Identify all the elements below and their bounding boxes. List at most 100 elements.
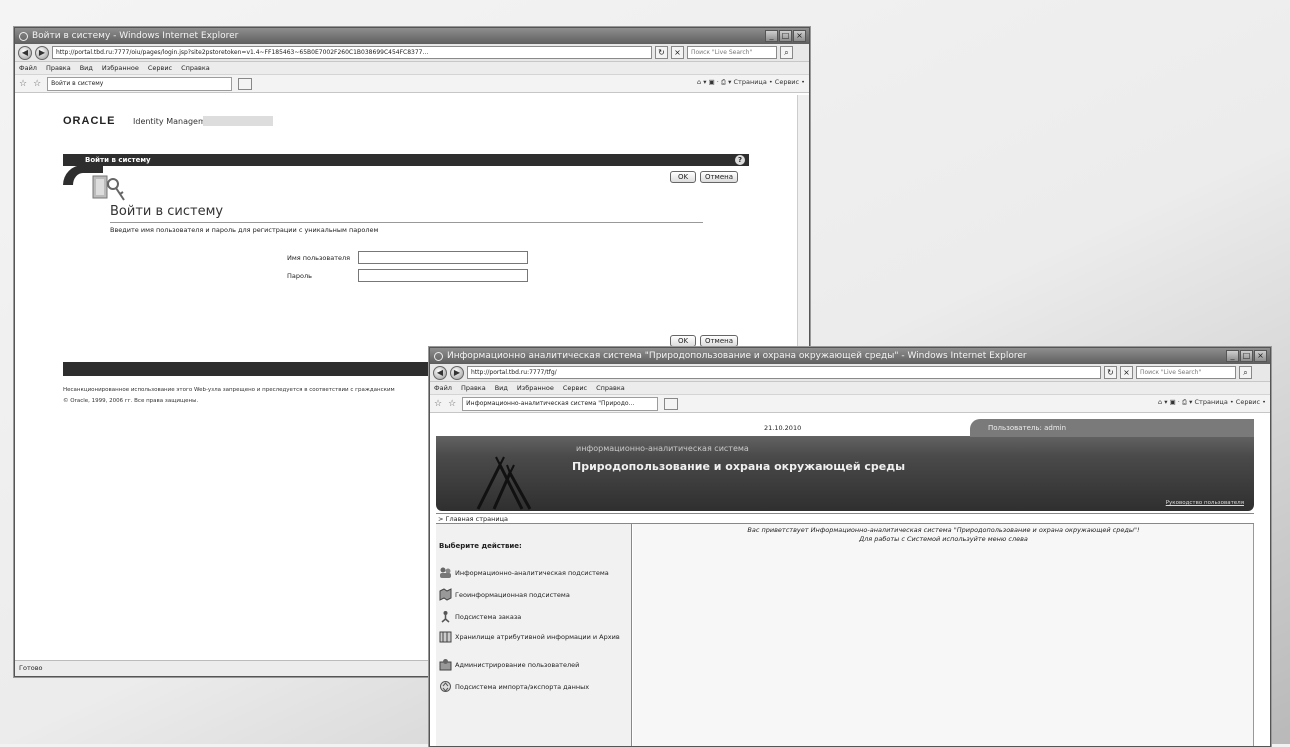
user-guide-link[interactable]: Руководство пользователя [1166,500,1244,506]
forward-button[interactable]: ▶ [35,45,49,60]
add-favorites-icon[interactable]: ☆ [448,399,456,409]
login-header-bar: Войти в систему ? [63,154,749,166]
ie-icon [19,31,28,41]
person-icon [441,611,450,623]
search-button[interactable]: ⌕ [1239,366,1252,379]
close-button[interactable]: × [1254,350,1267,362]
copyright: © Oracle, 1999, 2006 гг. Все права защищ… [63,398,199,404]
menu-tools[interactable]: Сервис [148,64,172,72]
maximize-button[interactable]: □ [779,30,792,42]
title-bar: Информационно аналитическая система "При… [430,348,1270,364]
tab-portal[interactable]: Информационно-аналитическая система "При… [462,396,659,411]
banner-title: Природопользование и охрана окружающей с… [572,460,906,473]
url-field[interactable]: http://portal.tbd.ru:7777/tfg/ [467,366,1101,379]
login-title: Войти в систему [110,204,224,219]
welcome-text: Вас приветствует Информационно-аналитиче… [747,526,1140,534]
menu-favorites[interactable]: Избранное [102,64,139,72]
address-bar: ◀ ▶ http://portal.tbd.ru:7777/tfg/ ↻ × П… [430,364,1270,382]
action-menu-panel: Выберите действие: Информационно-аналити… [436,524,632,746]
current-date: 21.10.2010 [764,424,802,432]
maximize-button[interactable]: □ [1240,350,1253,362]
window-title: Войти в систему - Windows Internet Explo… [32,31,239,41]
menu-view[interactable]: Вид [80,64,93,72]
blurred-region [203,116,273,126]
menu-item-gis[interactable]: Геоинформационная подсистема [439,588,629,601]
map-icon [439,588,452,601]
search-input[interactable]: Поиск "Live Search" [1136,366,1236,379]
ie-icon [434,351,443,361]
people-icon [440,567,451,578]
minimize-button[interactable]: _ [765,30,778,42]
portal-browser-window: Информационно аналитическая система "При… [429,347,1271,747]
user-tab: Пользователь: admin [970,419,1254,437]
breadcrumb[interactable]: > Главная страница [436,513,1254,524]
refresh-button[interactable]: ↻ [1104,366,1117,379]
login-instructions: Введите имя пользователя и пароль для ре… [110,226,379,234]
menu-tools[interactable]: Сервис [563,384,587,392]
address-bar: ◀ ▶ http://portal.tbd.ru:7777/oiu/pages/… [15,44,809,62]
stop-button[interactable]: × [671,46,684,59]
page-content: информационно-аналитическая система Прир… [430,417,1270,746]
command-bar[interactable]: ⌂ ▾ ▣ · ⎙ ▾ Страница • Сервис • [1158,398,1266,407]
menu-help[interactable]: Справка [596,384,625,392]
menu-file[interactable]: Файл [434,384,452,392]
title-divider [110,222,703,223]
ok-button-top[interactable]: OK [670,171,696,183]
back-button[interactable]: ◀ [433,365,447,380]
login-header-title: Войти в систему [85,156,151,164]
menu-item-analytics[interactable]: Информационно-аналитическая подсистема [439,566,629,579]
menu-bar: Файл Правка Вид Избранное Сервис Справка [430,382,1270,395]
menu-bar: Файл Правка Вид Избранное Сервис Справка [15,62,809,75]
menu-edit[interactable]: Правка [46,64,71,72]
back-button[interactable]: ◀ [18,45,32,60]
tab-bar: ☆ ☆ Информационно-аналитическая система … [430,395,1270,413]
oracle-logo: ORACLE [63,115,116,127]
cancel-button-top[interactable]: Отмена [700,171,738,183]
menu-item-user-admin[interactable]: Администрирование пользователей [439,658,629,671]
menu-favorites[interactable]: Избранное [517,384,554,392]
menu-view[interactable]: Вид [495,384,508,392]
command-bar[interactable]: ⌂ ▾ ▣ · ⎙ ▾ Страница • Сервис • [697,78,805,87]
archive-icon [439,631,452,643]
favorites-star-icon[interactable]: ☆ [19,79,27,89]
add-favorites-icon[interactable]: ☆ [33,79,41,89]
header-banner: информационно-аналитическая система Прир… [436,427,1254,511]
keys-icon [92,175,125,201]
refresh-button[interactable]: ↻ [655,46,668,59]
password-label: Пароль [287,272,312,280]
username-input[interactable] [358,251,528,264]
favorites-star-icon[interactable]: ☆ [434,399,442,409]
welcome-panel: Вас приветствует Информационно-аналитиче… [633,524,1254,746]
url-field[interactable]: http://portal.tbd.ru:7777/oiu/pages/logi… [52,46,652,59]
password-input[interactable] [358,269,528,282]
menu-item-import-export[interactable]: Подсистема импорта/экспорта данных [439,680,629,693]
new-tab-button[interactable] [238,77,253,90]
tent-logo-icon [476,456,532,510]
menu-edit[interactable]: Правка [461,384,486,392]
menu-file[interactable]: Файл [19,64,37,72]
tab-bar: ☆ ☆ Войти в систему ⌂ ▾ ▣ · ⎙ ▾ Страница… [15,75,809,93]
cancel-button[interactable]: Отмена [700,335,738,347]
forward-button[interactable]: ▶ [450,365,464,380]
welcome-hint: Для работы с Системой используйте меню с… [859,535,1028,543]
users-admin-icon [439,659,452,671]
help-icon[interactable]: ? [735,155,745,165]
legal-notice: Несанкционированное использование этого … [63,387,395,393]
tab-login[interactable]: Войти в систему [47,76,233,91]
import-export-icon [440,681,451,692]
minimize-button[interactable]: _ [1226,350,1239,362]
menu-help[interactable]: Справка [181,64,210,72]
close-button[interactable]: × [793,30,806,42]
banner-subtitle: информационно-аналитическая система [576,444,749,453]
menu-item-orders[interactable]: Подсистема заказа [439,610,629,623]
search-button[interactable]: ⌕ [780,46,793,59]
search-input[interactable]: Поиск "Live Search" [687,46,777,59]
menu-item-archive[interactable]: Хранилище атрибутивной информации и Архи… [439,630,629,643]
username-label: Имя пользователя [287,254,351,262]
new-tab-button[interactable] [664,397,679,410]
window-title: Информационно аналитическая система "При… [447,351,1027,361]
stop-button[interactable]: × [1120,366,1133,379]
ok-button[interactable]: OK [670,335,696,347]
title-bar: Войти в систему - Windows Internet Explo… [15,28,809,44]
choose-action-label: Выберите действие: [439,542,522,550]
